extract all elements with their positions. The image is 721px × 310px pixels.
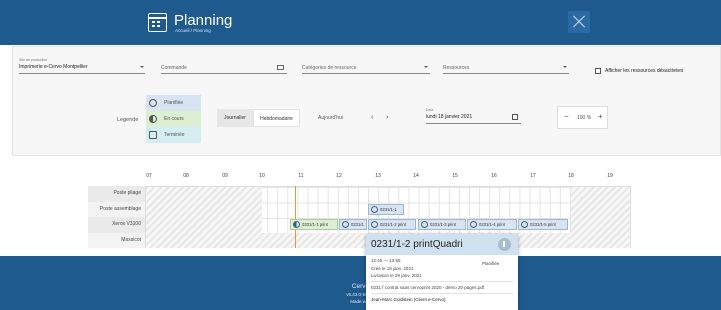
clock-icon xyxy=(342,221,349,228)
close-icon[interactable] xyxy=(568,11,590,33)
legend-item-planned: Planifiée xyxy=(146,95,201,111)
hour-label: 08 xyxy=(183,173,189,179)
hour-label: 07 xyxy=(146,173,152,179)
page-title: Planning xyxy=(174,12,233,29)
zoom-in-button[interactable]: + xyxy=(598,112,603,121)
calendar-icon xyxy=(148,13,167,32)
task-bar[interactable]: 0231/1-1 xyxy=(368,204,404,215)
hour-label: 13 xyxy=(375,173,381,179)
row-label: Poste pliage xyxy=(113,190,141,196)
clock-icon xyxy=(521,221,528,228)
commande-input[interactable]: Commande xyxy=(161,65,187,71)
half-clock-icon xyxy=(149,115,157,123)
task-bar[interactable]: 0231/1-4 print xyxy=(467,219,517,230)
popup-client: Jean-Marc Goldstein (Client e-Cervo) xyxy=(371,297,446,302)
next-day-button[interactable]: › xyxy=(386,114,388,121)
pin-icon[interactable] xyxy=(498,238,511,251)
chevron-down-icon[interactable] xyxy=(563,66,567,68)
legend-item-done: Terminée xyxy=(146,127,201,143)
unavailable-zone xyxy=(146,187,262,248)
popup-title: 0231/1-2 printQuadri xyxy=(371,239,463,250)
popup-status: Planifiée xyxy=(482,261,500,266)
task-bar[interactable]: 0231/1-2 print xyxy=(368,219,416,230)
hour-label: 16 xyxy=(491,173,497,179)
date-label: Date xyxy=(426,108,434,112)
clock-icon xyxy=(149,99,157,107)
deactivated-label: Afficher les ressources désactivées xyxy=(605,68,684,74)
categories-select[interactable]: Catégories de ressource xyxy=(302,65,356,71)
hour-label: 12 xyxy=(336,173,342,179)
current-time-line xyxy=(295,186,296,248)
calendar-icon[interactable] xyxy=(512,114,518,120)
unavailable-zone xyxy=(571,187,630,248)
clock-icon xyxy=(371,221,378,228)
popup-created: Créé le 18 janv. 2021 xyxy=(371,266,414,271)
prev-day-button[interactable]: ‹ xyxy=(371,114,373,121)
hour-label: 09 xyxy=(222,173,228,179)
footer-version: v5.43.0-SNAP xyxy=(346,292,375,297)
keyboard-icon[interactable] xyxy=(277,65,284,70)
check-icon xyxy=(149,131,157,139)
date-input[interactable]: lundi 18 janvier 2021 xyxy=(426,114,472,120)
footer-brand: Cervo xyxy=(351,283,370,290)
hour-axis: 07 08 09 10 11 12 13 14 15 16 17 18 19 xyxy=(0,173,721,183)
task-bar[interactable]: 0231/1-5 print xyxy=(518,219,568,230)
legend-label: Legende xyxy=(117,117,139,123)
popup-delivery: Livraison le 29 janv. 2021 xyxy=(371,273,422,278)
hour-label: 14 xyxy=(413,173,419,179)
app-footer: Cervo v5.43.0-SNAP Made with xyxy=(0,256,721,310)
today-button[interactable]: Aujourd'hui xyxy=(318,115,343,121)
popup-time: 12:45 — 13:55 xyxy=(371,258,401,263)
hour-label: 17 xyxy=(530,173,536,179)
hour-label: 10 xyxy=(259,173,265,179)
clock-icon xyxy=(371,206,378,213)
popup-description: 0231 f contrat saas cervoprint 2020 - dé… xyxy=(371,285,485,290)
chevron-down-icon[interactable] xyxy=(424,66,428,68)
weekly-view-button[interactable]: Hebdomadaire xyxy=(253,109,300,127)
legend: Planifiée En cours Terminée xyxy=(146,95,201,145)
hour-label: 18 xyxy=(568,173,574,179)
task-bar[interactable]: 0231/1 xyxy=(339,219,367,230)
app-header: Planning Accueil / Planning xyxy=(0,0,721,45)
hour-label: 19 xyxy=(607,173,613,179)
site-label: Site de production xyxy=(19,58,48,62)
row-label: Massicot xyxy=(121,237,141,243)
clock-icon xyxy=(470,221,477,228)
zoom-out-button[interactable]: − xyxy=(564,112,569,121)
zoom-control: − 100 % + xyxy=(557,106,608,129)
hour-label: 15 xyxy=(452,173,458,179)
breadcrumb[interactable]: Accueil / Planning xyxy=(175,28,211,33)
row-label: Xerox V3100 xyxy=(112,221,141,227)
chevron-down-icon[interactable] xyxy=(140,66,144,68)
row-label: Poste assemblage xyxy=(99,206,141,212)
task-details-popup: 0231/1-2 printQuadri 12:45 — 13:55 Plani… xyxy=(366,234,518,310)
task-bar[interactable]: 0231/1-1 print xyxy=(290,219,338,230)
hour-label: 11 xyxy=(298,173,304,179)
clock-icon xyxy=(421,221,428,228)
footer-credit: Made with xyxy=(350,299,371,304)
zoom-value: 100 % xyxy=(577,115,592,121)
site-select[interactable]: Imprimerie e-Cervo Montpellier xyxy=(19,64,88,70)
deactivated-checkbox[interactable] xyxy=(595,68,601,74)
filter-panel xyxy=(12,46,721,156)
daily-view-button[interactable]: Journalier xyxy=(217,109,253,127)
task-bar[interactable]: 0231/1-3 print xyxy=(418,219,466,230)
half-clock-icon xyxy=(293,221,300,228)
legend-item-in-progress: En cours xyxy=(146,111,201,127)
ressources-select[interactable]: Ressources xyxy=(443,65,469,71)
